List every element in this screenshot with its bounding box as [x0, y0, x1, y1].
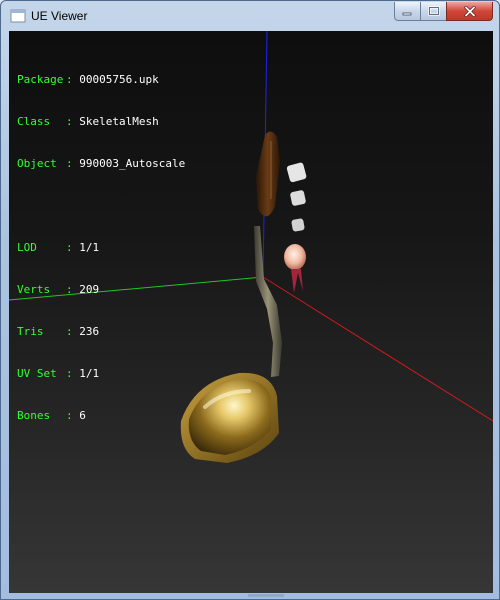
class-separator: :	[66, 115, 80, 128]
tris-separator: :	[66, 325, 80, 338]
class-value: SkeletalMesh	[79, 115, 159, 128]
bones-value: 6	[79, 409, 86, 422]
uvset-value: 1/1	[79, 367, 100, 380]
uvset-separator: :	[66, 367, 80, 380]
object-value: 990003_Autoscale	[79, 157, 186, 170]
info-row-bones: Bones : 6	[17, 409, 185, 423]
class-label: Class	[17, 115, 64, 128]
maximize-button[interactable]	[420, 2, 447, 21]
ladle-shaft	[254, 226, 282, 377]
lod-value: 1/1	[79, 241, 100, 254]
mesh-info-panel: Package: 00005756.upk Class : SkeletalMe…	[17, 45, 185, 451]
lod-separator: :	[66, 241, 80, 254]
object-label: Object	[17, 157, 64, 170]
maximize-icon	[427, 6, 440, 16]
app-window: UE Viewer Package: 00005756.upk Class:…	[0, 0, 500, 600]
bones-label: Bones	[17, 409, 64, 422]
window-title: UE Viewer	[31, 9, 88, 23]
axis-x-line	[262, 276, 493, 422]
minimize-button[interactable]	[394, 2, 421, 21]
close-button[interactable]	[446, 2, 493, 21]
ladle-bowl	[180, 372, 279, 463]
ladle-handle	[256, 131, 280, 217]
package-label: Package	[17, 73, 64, 86]
close-icon	[463, 5, 476, 17]
info-row-object: Object : 990003_Autoscale	[17, 157, 185, 171]
info-row-lod: LOD : 1/1	[17, 241, 185, 255]
minimize-icon	[402, 12, 412, 15]
verts-value: 209	[79, 283, 100, 296]
object-separator: :	[66, 157, 80, 170]
uvset-label: UV Set	[17, 367, 64, 380]
package-separator: :	[66, 73, 80, 86]
tris-value: 236	[79, 325, 100, 338]
verts-label: Verts	[17, 283, 64, 296]
ue-viewer-app-icon	[10, 9, 26, 23]
info-row-verts: Verts : 209	[17, 283, 185, 297]
info-row-class: Class : SkeletalMesh	[17, 115, 185, 129]
verts-separator: :	[66, 283, 80, 296]
info-row-uvset: UV Set : 1/1	[17, 367, 185, 381]
3d-viewport[interactable]: Package: 00005756.upk Class : SkeletalMe…	[9, 31, 493, 593]
info-row-package: Package: 00005756.upk	[17, 73, 185, 87]
title-bar[interactable]: UE Viewer	[1, 1, 499, 31]
tris-label: Tris	[17, 325, 64, 338]
lod-label: LOD	[17, 241, 64, 254]
dangling-charms	[284, 162, 307, 293]
info-row-tris: Tris : 236	[17, 325, 185, 339]
window-bottom-edge[interactable]	[248, 594, 284, 597]
bones-separator: :	[66, 409, 80, 422]
package-value: 00005756.upk	[79, 73, 159, 86]
